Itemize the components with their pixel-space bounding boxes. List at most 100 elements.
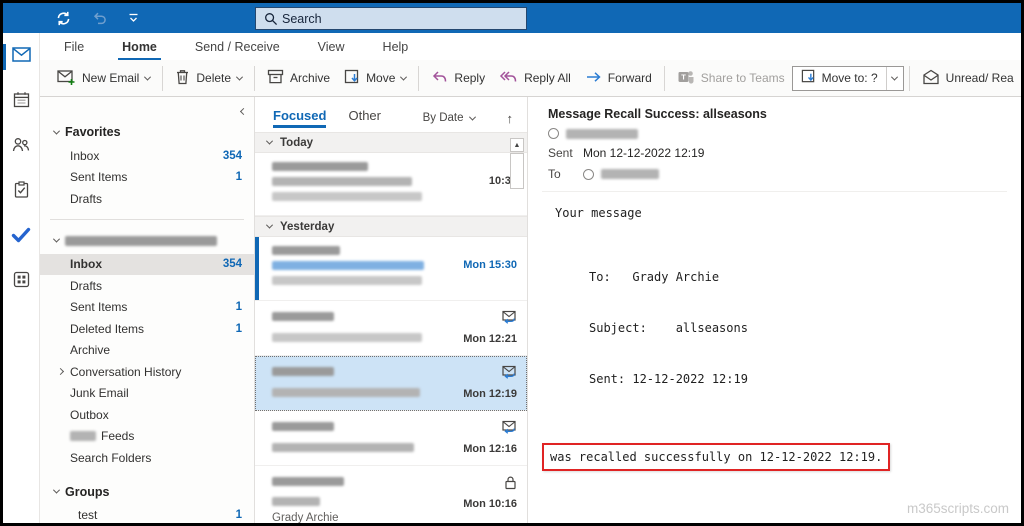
- lock-icon: [504, 475, 517, 495]
- redacted-subject: [272, 388, 420, 397]
- group-test[interactable]: test 1: [40, 505, 254, 524]
- account-section-header[interactable]: [40, 228, 254, 254]
- message-row-selected[interactable]: Mon 12:19: [255, 356, 527, 411]
- folder-archive[interactable]: Archive: [40, 340, 254, 362]
- forward-button[interactable]: Forward: [578, 65, 659, 92]
- move-to-dropdown-button[interactable]: [885, 66, 903, 90]
- mail-icon: [11, 47, 31, 67]
- search-input[interactable]: Search: [255, 7, 527, 30]
- share-to-teams-button[interactable]: T Share to Teams: [670, 65, 792, 92]
- reply-all-button[interactable]: Reply All: [492, 65, 578, 92]
- chevron-down-icon: [468, 113, 476, 121]
- nav-people[interactable]: [3, 135, 40, 159]
- scroll-up-icon[interactable]: ▲: [510, 138, 524, 152]
- group-header-yesterday[interactable]: Yesterday: [255, 216, 527, 237]
- unread-count: 354: [222, 258, 242, 271]
- favorite-inbox[interactable]: Inbox 354: [40, 145, 254, 167]
- redacted-subject: [272, 177, 412, 186]
- unread-read-button[interactable]: Unread/ Rea: [915, 65, 1021, 92]
- forward-label: Forward: [607, 71, 652, 85]
- group-header-today[interactable]: Today: [255, 132, 527, 153]
- teams-icon: T: [677, 69, 695, 88]
- body-to-line: To: Grady Archie: [589, 270, 720, 284]
- redacted-sender: [272, 477, 344, 486]
- tab-view[interactable]: View: [316, 36, 347, 58]
- folder-outbox[interactable]: Outbox: [40, 404, 254, 426]
- folder-junk-email[interactable]: Junk Email: [40, 383, 254, 405]
- message-list: Focused Other By Date ↑ Today 10:36 Yest…: [255, 97, 528, 523]
- replied-icon: [501, 420, 517, 440]
- reading-pane: Message Recall Success: allseasons Sent …: [528, 97, 1021, 523]
- chevron-down-icon: [236, 73, 244, 81]
- message-row[interactable]: Mon 12:21: [255, 301, 527, 356]
- sort-direction-icon[interactable]: ↑: [507, 111, 514, 126]
- move-to-combo[interactable]: Move to: ?: [791, 65, 904, 91]
- message-time: Mon 10:16: [463, 498, 517, 510]
- reply-all-icon: [499, 69, 518, 88]
- ribbon-separator: [663, 65, 665, 91]
- sort-by-date-button[interactable]: By Date: [423, 112, 476, 124]
- nav-calendar[interactable]: [3, 90, 40, 114]
- delete-button[interactable]: Delete: [168, 65, 249, 92]
- search-placeholder: Search: [282, 11, 322, 26]
- message-list-scrollbar[interactable]: ▲: [510, 138, 524, 189]
- chevron-down-icon: [400, 73, 408, 81]
- new-email-button[interactable]: New Email: [50, 65, 157, 92]
- archive-button[interactable]: Archive: [260, 65, 337, 92]
- unread-count: 1: [235, 322, 242, 335]
- archive-icon: [267, 69, 284, 87]
- favorite-sent-items[interactable]: Sent Items 1: [40, 167, 254, 189]
- sender-line: [548, 128, 1007, 139]
- tab-send-receive[interactable]: Send / Receive: [193, 36, 282, 58]
- tab-file[interactable]: File: [62, 36, 86, 58]
- redacted-sender: [272, 312, 334, 321]
- collapse-folder-pane-icon[interactable]: [239, 103, 248, 117]
- chevron-down-icon: [891, 73, 899, 81]
- archive-label: Archive: [290, 71, 331, 85]
- message-row-unread[interactable]: Mon 15:30: [255, 237, 527, 301]
- inbox-filter-tabs: Focused Other By Date ↑: [255, 97, 527, 132]
- tab-help[interactable]: Help: [381, 36, 411, 58]
- tab-other[interactable]: Other: [348, 108, 381, 128]
- chevron-down-icon: [144, 73, 152, 81]
- tab-focused[interactable]: Focused: [273, 108, 327, 128]
- undo-icon[interactable]: [92, 10, 108, 26]
- folder-drafts[interactable]: Drafts: [40, 275, 254, 297]
- ribbon-separator: [418, 65, 420, 91]
- scrollbar-thumb[interactable]: [510, 153, 524, 189]
- sync-icon[interactable]: [55, 10, 72, 27]
- nav-mail[interactable]: [3, 44, 40, 70]
- message-row[interactable]: Mon 12:16: [255, 411, 527, 466]
- move-to-label: Move to: ?: [821, 71, 878, 85]
- customize-toolbar-icon[interactable]: [128, 13, 139, 23]
- message-row[interactable]: 10:36: [255, 153, 527, 216]
- favorite-drafts[interactable]: Drafts: [40, 188, 254, 210]
- groups-section-header[interactable]: Groups: [40, 479, 254, 505]
- folder-deleted-items[interactable]: Deleted Items 1: [40, 318, 254, 340]
- reply-button[interactable]: Reply: [424, 65, 492, 92]
- folder-conversation-history[interactable]: Conversation History: [40, 361, 254, 383]
- redacted-text: [70, 431, 96, 442]
- unread-indicator: [255, 237, 259, 300]
- message-row[interactable]: Grady Archie Mon 10:16: [255, 466, 527, 523]
- chevron-left-icon: [239, 107, 248, 116]
- chevron-down-icon: [265, 137, 274, 145]
- message-time: Mon 12:19: [463, 388, 517, 400]
- folder-feeds[interactable]: Feeds: [40, 426, 254, 448]
- redacted-sender: [272, 246, 340, 255]
- folder-search-folders[interactable]: Search Folders: [40, 447, 254, 469]
- active-module-indicator: [3, 44, 6, 70]
- favorites-section-header[interactable]: Favorites: [40, 119, 254, 145]
- nav-apps[interactable]: [3, 270, 40, 294]
- move-button[interactable]: Move: [337, 65, 413, 92]
- redacted-sender: [272, 162, 368, 171]
- nav-tasks[interactable]: [3, 180, 40, 204]
- folder-sent-items[interactable]: Sent Items 1: [40, 297, 254, 319]
- ribbon: New Email Delete Archive Move Reply Repl…: [40, 60, 1021, 97]
- to-line: To: [548, 167, 1007, 181]
- body-subject-line: Subject: allseasons: [589, 321, 748, 335]
- new-email-icon: [57, 69, 76, 88]
- nav-todo[interactable]: [3, 225, 40, 249]
- tab-home[interactable]: Home: [118, 36, 161, 61]
- folder-inbox[interactable]: Inbox 354: [40, 253, 254, 275]
